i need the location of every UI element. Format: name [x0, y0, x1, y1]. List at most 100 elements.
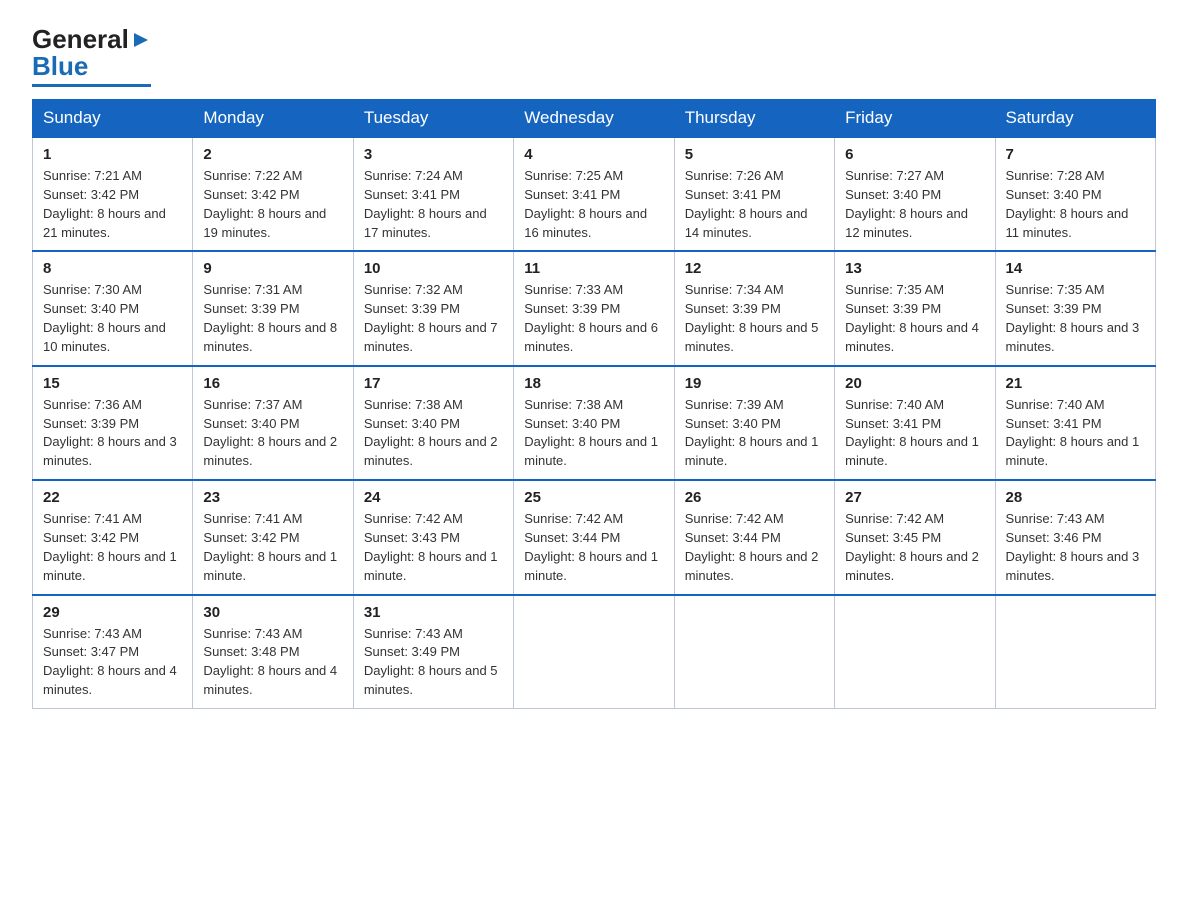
day-info: Sunrise: 7:41 AMSunset: 3:42 PMDaylight:… [203, 511, 337, 583]
day-info: Sunrise: 7:22 AMSunset: 3:42 PMDaylight:… [203, 168, 326, 240]
day-info: Sunrise: 7:37 AMSunset: 3:40 PMDaylight:… [203, 397, 337, 469]
day-info: Sunrise: 7:42 AMSunset: 3:43 PMDaylight:… [364, 511, 498, 583]
day-cell: 1 Sunrise: 7:21 AMSunset: 3:42 PMDayligh… [33, 137, 193, 251]
day-cell: 4 Sunrise: 7:25 AMSunset: 3:41 PMDayligh… [514, 137, 674, 251]
day-cell: 13 Sunrise: 7:35 AMSunset: 3:39 PMDaylig… [835, 251, 995, 365]
weekday-header-row: SundayMondayTuesdayWednesdayThursdayFrid… [33, 100, 1156, 138]
day-number: 19 [685, 375, 824, 392]
day-info: Sunrise: 7:35 AMSunset: 3:39 PMDaylight:… [1006, 282, 1140, 354]
weekday-header-monday: Monday [193, 100, 353, 138]
day-cell: 25 Sunrise: 7:42 AMSunset: 3:44 PMDaylig… [514, 480, 674, 594]
day-cell: 21 Sunrise: 7:40 AMSunset: 3:41 PMDaylig… [995, 366, 1155, 480]
day-info: Sunrise: 7:42 AMSunset: 3:44 PMDaylight:… [685, 511, 819, 583]
day-number: 1 [43, 146, 182, 163]
day-info: Sunrise: 7:30 AMSunset: 3:40 PMDaylight:… [43, 282, 166, 354]
day-number: 17 [364, 375, 503, 392]
day-cell: 19 Sunrise: 7:39 AMSunset: 3:40 PMDaylig… [674, 366, 834, 480]
calendar-table: SundayMondayTuesdayWednesdayThursdayFrid… [32, 99, 1156, 709]
day-cell: 29 Sunrise: 7:43 AMSunset: 3:47 PMDaylig… [33, 595, 193, 709]
weekday-header-tuesday: Tuesday [353, 100, 513, 138]
day-cell: 17 Sunrise: 7:38 AMSunset: 3:40 PMDaylig… [353, 366, 513, 480]
week-row-5: 29 Sunrise: 7:43 AMSunset: 3:47 PMDaylig… [33, 595, 1156, 709]
day-cell: 12 Sunrise: 7:34 AMSunset: 3:39 PMDaylig… [674, 251, 834, 365]
day-number: 25 [524, 489, 663, 506]
day-number: 31 [364, 604, 503, 621]
logo-underline [32, 84, 151, 87]
day-cell: 11 Sunrise: 7:33 AMSunset: 3:39 PMDaylig… [514, 251, 674, 365]
day-number: 16 [203, 375, 342, 392]
logo-line2: Blue [32, 51, 88, 82]
day-info: Sunrise: 7:43 AMSunset: 3:47 PMDaylight:… [43, 626, 177, 698]
day-info: Sunrise: 7:24 AMSunset: 3:41 PMDaylight:… [364, 168, 487, 240]
day-cell [674, 595, 834, 709]
day-number: 8 [43, 260, 182, 277]
day-cell: 2 Sunrise: 7:22 AMSunset: 3:42 PMDayligh… [193, 137, 353, 251]
day-cell [995, 595, 1155, 709]
day-cell [835, 595, 995, 709]
day-cell: 14 Sunrise: 7:35 AMSunset: 3:39 PMDaylig… [995, 251, 1155, 365]
day-info: Sunrise: 7:34 AMSunset: 3:39 PMDaylight:… [685, 282, 819, 354]
day-number: 14 [1006, 260, 1145, 277]
day-info: Sunrise: 7:39 AMSunset: 3:40 PMDaylight:… [685, 397, 819, 469]
day-cell: 9 Sunrise: 7:31 AMSunset: 3:39 PMDayligh… [193, 251, 353, 365]
day-number: 9 [203, 260, 342, 277]
day-number: 27 [845, 489, 984, 506]
day-cell: 6 Sunrise: 7:27 AMSunset: 3:40 PMDayligh… [835, 137, 995, 251]
day-number: 12 [685, 260, 824, 277]
day-number: 2 [203, 146, 342, 163]
day-info: Sunrise: 7:40 AMSunset: 3:41 PMDaylight:… [1006, 397, 1140, 469]
day-number: 6 [845, 146, 984, 163]
day-cell: 31 Sunrise: 7:43 AMSunset: 3:49 PMDaylig… [353, 595, 513, 709]
day-cell: 10 Sunrise: 7:32 AMSunset: 3:39 PMDaylig… [353, 251, 513, 365]
day-info: Sunrise: 7:38 AMSunset: 3:40 PMDaylight:… [524, 397, 658, 469]
day-cell: 15 Sunrise: 7:36 AMSunset: 3:39 PMDaylig… [33, 366, 193, 480]
day-cell: 22 Sunrise: 7:41 AMSunset: 3:42 PMDaylig… [33, 480, 193, 594]
day-number: 28 [1006, 489, 1145, 506]
day-number: 5 [685, 146, 824, 163]
week-row-4: 22 Sunrise: 7:41 AMSunset: 3:42 PMDaylig… [33, 480, 1156, 594]
weekday-header-saturday: Saturday [995, 100, 1155, 138]
day-info: Sunrise: 7:42 AMSunset: 3:45 PMDaylight:… [845, 511, 979, 583]
day-number: 10 [364, 260, 503, 277]
day-number: 29 [43, 604, 182, 621]
day-number: 20 [845, 375, 984, 392]
day-number: 22 [43, 489, 182, 506]
day-info: Sunrise: 7:42 AMSunset: 3:44 PMDaylight:… [524, 511, 658, 583]
logo-blue-word: Blue [32, 51, 88, 82]
day-info: Sunrise: 7:27 AMSunset: 3:40 PMDaylight:… [845, 168, 968, 240]
day-info: Sunrise: 7:38 AMSunset: 3:40 PMDaylight:… [364, 397, 498, 469]
day-info: Sunrise: 7:28 AMSunset: 3:40 PMDaylight:… [1006, 168, 1129, 240]
day-number: 21 [1006, 375, 1145, 392]
day-number: 30 [203, 604, 342, 621]
day-cell: 5 Sunrise: 7:26 AMSunset: 3:41 PMDayligh… [674, 137, 834, 251]
day-number: 15 [43, 375, 182, 392]
logo: General Blue [32, 24, 151, 87]
day-cell: 3 Sunrise: 7:24 AMSunset: 3:41 PMDayligh… [353, 137, 513, 251]
weekday-header-friday: Friday [835, 100, 995, 138]
day-info: Sunrise: 7:31 AMSunset: 3:39 PMDaylight:… [203, 282, 337, 354]
day-cell: 28 Sunrise: 7:43 AMSunset: 3:46 PMDaylig… [995, 480, 1155, 594]
day-number: 7 [1006, 146, 1145, 163]
day-number: 26 [685, 489, 824, 506]
day-info: Sunrise: 7:40 AMSunset: 3:41 PMDaylight:… [845, 397, 979, 469]
day-number: 24 [364, 489, 503, 506]
day-cell: 20 Sunrise: 7:40 AMSunset: 3:41 PMDaylig… [835, 366, 995, 480]
day-info: Sunrise: 7:43 AMSunset: 3:46 PMDaylight:… [1006, 511, 1140, 583]
day-number: 11 [524, 260, 663, 277]
day-info: Sunrise: 7:32 AMSunset: 3:39 PMDaylight:… [364, 282, 498, 354]
day-info: Sunrise: 7:35 AMSunset: 3:39 PMDaylight:… [845, 282, 979, 354]
weekday-header-thursday: Thursday [674, 100, 834, 138]
day-cell: 7 Sunrise: 7:28 AMSunset: 3:40 PMDayligh… [995, 137, 1155, 251]
day-number: 4 [524, 146, 663, 163]
weekday-header-wednesday: Wednesday [514, 100, 674, 138]
day-cell: 16 Sunrise: 7:37 AMSunset: 3:40 PMDaylig… [193, 366, 353, 480]
day-number: 3 [364, 146, 503, 163]
day-info: Sunrise: 7:43 AMSunset: 3:48 PMDaylight:… [203, 626, 337, 698]
day-info: Sunrise: 7:43 AMSunset: 3:49 PMDaylight:… [364, 626, 498, 698]
week-row-1: 1 Sunrise: 7:21 AMSunset: 3:42 PMDayligh… [33, 137, 1156, 251]
week-row-3: 15 Sunrise: 7:36 AMSunset: 3:39 PMDaylig… [33, 366, 1156, 480]
day-number: 13 [845, 260, 984, 277]
day-info: Sunrise: 7:41 AMSunset: 3:42 PMDaylight:… [43, 511, 177, 583]
day-cell: 8 Sunrise: 7:30 AMSunset: 3:40 PMDayligh… [33, 251, 193, 365]
day-number: 23 [203, 489, 342, 506]
